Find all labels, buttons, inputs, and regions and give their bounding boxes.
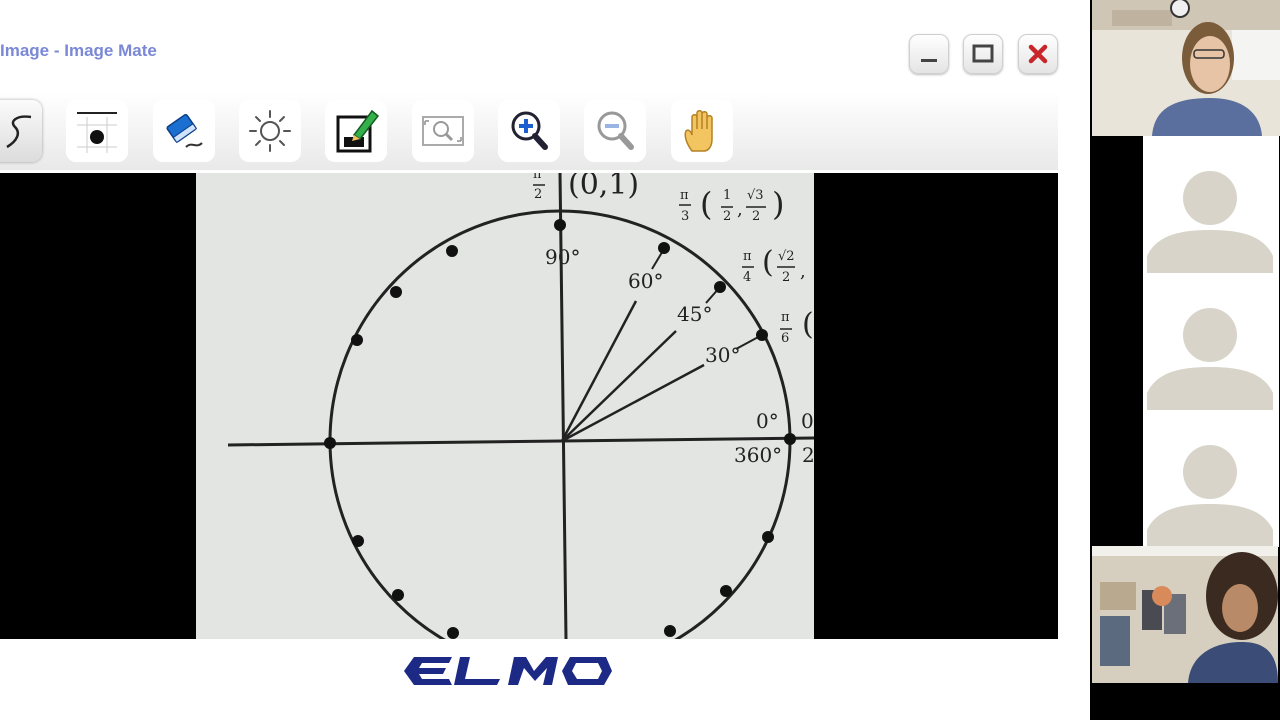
- label-paren-open-pi3: (: [700, 185, 713, 223]
- label-paren-close-pi3: ): [772, 185, 785, 223]
- label-edge-top: 0: [801, 409, 814, 433]
- label-pi3-x-den: 2: [723, 209, 732, 224]
- user-silhouette-icon: [1147, 171, 1273, 273]
- label-pi3-y-num: √3: [747, 188, 764, 203]
- label-pi3-x-num: 1: [723, 188, 732, 203]
- window-title: Image - Image Mate: [0, 41, 157, 60]
- label-paren-open-pi4: (: [762, 245, 774, 280]
- minimize-icon: [921, 59, 937, 62]
- zoom-in-tool-button[interactable]: [498, 100, 560, 162]
- unit-circle-drawing: [227, 173, 814, 639]
- maximize-button[interactable]: [963, 34, 1003, 74]
- label-pi4-x-num: √2: [778, 249, 795, 264]
- label-pi-4-den: 4: [743, 270, 752, 285]
- image-viewer[interactable]: π 2 (0,1) π 3 ( 1 2 , √3 2 ) π 4 ( √2 2 …: [0, 173, 1058, 639]
- participant-video-student[interactable]: [1092, 546, 1278, 683]
- zoom-out-icon: [597, 111, 634, 150]
- label-angle-60: 60°: [628, 269, 664, 293]
- student-video-frame: [1092, 546, 1278, 683]
- label-pi3-y-den: 2: [752, 209, 761, 224]
- unit-circle-image: π 2 (0,1) π 3 ( 1 2 , √3 2 ) π 4 ( √2 2 …: [196, 173, 814, 639]
- label-angle-0: 0°: [756, 409, 779, 433]
- sun-icon: [249, 110, 291, 152]
- participant-tile-1[interactable]: [1143, 136, 1279, 273]
- label-angle-90: 90°: [545, 245, 581, 269]
- label-edge-bottom: 2: [802, 443, 814, 467]
- label-point-0-1: (0,1): [568, 173, 640, 202]
- label-comma-pi4: ,: [800, 261, 806, 282]
- line-width-icon: [77, 112, 117, 153]
- label-angle-360: 360°: [734, 443, 783, 467]
- brightness-tool-button[interactable]: [239, 100, 301, 162]
- label-pi-2-den: 2: [534, 187, 543, 202]
- participant-video-teacher[interactable]: [1092, 0, 1280, 136]
- teacher-video-frame: [1092, 0, 1280, 136]
- label-angle-30: 30°: [705, 343, 741, 367]
- close-icon: [1028, 44, 1048, 64]
- user-silhouette-icon: [1147, 445, 1273, 547]
- eraser-tool-button[interactable]: [153, 100, 215, 162]
- label-pi-2-num: π: [533, 173, 542, 182]
- fit-zoom-tool-button[interactable]: [412, 100, 474, 162]
- zoom-fit-icon: [422, 116, 464, 146]
- participant-tile-3[interactable]: [1143, 410, 1279, 547]
- close-button[interactable]: [1018, 34, 1058, 74]
- label-pi-3-num: π: [680, 188, 689, 203]
- maximize-icon: [972, 44, 994, 63]
- label-pi-3-den: 3: [681, 209, 690, 224]
- save-edit-tool-button[interactable]: [325, 100, 387, 162]
- label-pi4-x-den: 2: [782, 270, 791, 285]
- label-pi-6-den: 6: [781, 331, 790, 346]
- label-pi-4-num: π: [743, 249, 752, 264]
- pen-stroke-icon: [6, 115, 32, 149]
- label-comma-pi3: ,: [737, 199, 743, 220]
- label-angle-45: 45°: [677, 302, 713, 326]
- pan-tool-button[interactable]: [671, 100, 733, 162]
- elmo-logo: [404, 657, 612, 685]
- line-width-tool-button[interactable]: [66, 100, 128, 162]
- zoom-out-tool-button[interactable]: [584, 100, 646, 162]
- image-mate-window: Image - Image Mate π 2 (0,1) π 3 (1 2 ,…: [0, 0, 1091, 720]
- label-pi-6-num: π: [781, 310, 790, 325]
- label-paren-open-pi6: (: [802, 307, 814, 342]
- zoom-in-icon: [511, 111, 548, 150]
- participant-tile-2[interactable]: [1143, 273, 1279, 410]
- minimize-button[interactable]: [909, 34, 949, 74]
- save-pencil-icon: [336, 109, 380, 153]
- eraser-icon: [166, 113, 203, 148]
- pen-tool-button[interactable]: [0, 100, 42, 162]
- hand-icon: [684, 110, 713, 152]
- user-silhouette-icon: [1147, 308, 1273, 410]
